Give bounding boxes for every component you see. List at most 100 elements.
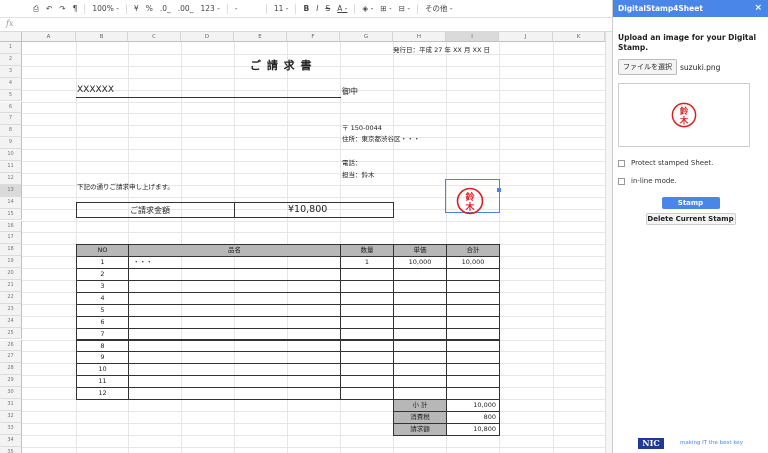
column-header[interactable]: D xyxy=(181,32,234,42)
grand-total-value[interactable]: 10,800 xyxy=(446,422,500,436)
inline-checkbox-row[interactable]: in-line mode. xyxy=(618,177,763,185)
currency-button[interactable]: ¥ xyxy=(131,0,142,18)
amount-label[interactable]: ご請求金額 xyxy=(130,205,170,216)
row-header[interactable]: 11 xyxy=(0,161,22,173)
row-header[interactable]: 13 xyxy=(0,184,22,197)
invoice-title[interactable]: ご 請 求 書 xyxy=(250,57,313,73)
column-header[interactable]: J xyxy=(499,32,553,42)
row-header[interactable]: 31 xyxy=(0,399,22,411)
italic-button[interactable]: I xyxy=(313,0,321,18)
row-header[interactable]: 26 xyxy=(0,339,22,352)
row-header[interactable]: 10 xyxy=(0,149,22,161)
row-header[interactable]: 15 xyxy=(0,208,22,221)
fill-color-icon[interactable]: ◈ - xyxy=(359,0,376,18)
invoice-message[interactable]: 下記の通りご請求申し上げます。 xyxy=(77,181,174,191)
row-header[interactable]: 5 xyxy=(0,89,22,102)
issue-date[interactable]: 発行日：平成 27 年 XX 月 XX 日 xyxy=(393,44,490,54)
column-header[interactable]: E xyxy=(234,32,287,42)
strikethrough-button[interactable]: S xyxy=(322,0,333,18)
redo-icon[interactable]: ↷ xyxy=(56,0,68,18)
grand-total-label[interactable]: 請求額 xyxy=(393,422,447,436)
close-icon[interactable]: × xyxy=(754,0,762,17)
row-header[interactable]: 30 xyxy=(0,387,22,399)
delete-stamp-button[interactable]: Delete Current Stamp xyxy=(645,213,736,225)
stamp-preview-icon: 鈴 木 xyxy=(671,102,697,128)
row-header[interactable]: 19 xyxy=(0,256,22,269)
borders-icon[interactable]: ⊞ - xyxy=(377,0,394,18)
bold-button[interactable]: B xyxy=(300,0,312,18)
choose-file-button[interactable]: ファイルを選択 xyxy=(618,59,677,75)
merge-cells-icon[interactable]: ⊟ - xyxy=(396,0,413,18)
more-formats-button[interactable]: 123 - xyxy=(197,0,222,18)
stamp-button[interactable]: Stamp xyxy=(661,197,720,209)
row-header[interactable]: 20 xyxy=(0,268,22,280)
increase-decimal-button[interactable]: .00_ xyxy=(175,0,197,18)
inline-checkbox[interactable] xyxy=(618,177,625,185)
print-icon[interactable]: ⎙ xyxy=(30,0,42,18)
column-header[interactable]: H xyxy=(393,32,446,42)
row-header[interactable]: 33 xyxy=(0,422,22,435)
client-name[interactable]: XXXXXX xyxy=(77,85,114,95)
panel-header: DigitalStamp4Sheet × xyxy=(613,0,768,17)
row-header[interactable]: 14 xyxy=(0,196,22,209)
formula-bar[interactable]: fx xyxy=(0,18,612,32)
column-header[interactable]: F xyxy=(287,32,340,42)
row-header[interactable]: 29 xyxy=(0,375,22,388)
vertical-scrollbar[interactable] xyxy=(605,32,612,453)
row-header[interactable]: 16 xyxy=(0,220,22,233)
table-cell[interactable] xyxy=(340,387,394,400)
row-header[interactable]: 8 xyxy=(0,125,22,138)
undo-icon[interactable]: ↶ xyxy=(43,0,55,18)
inline-label: in-line mode. xyxy=(631,177,677,185)
honorific[interactable]: 御中 xyxy=(342,86,358,97)
digital-stamp-image[interactable]: 鈴 木 xyxy=(456,187,484,215)
column-header[interactable]: K xyxy=(553,32,605,42)
row-header[interactable]: 32 xyxy=(0,410,22,423)
row-header[interactable]: 17 xyxy=(0,232,22,245)
postal-code[interactable]: 〒 150-0044 xyxy=(342,122,382,132)
spreadsheet-grid[interactable]: ABCDEFGHIJK 1 2 3 4 5 6 7 8 9 10 11 12 13 14 15 16 17 18 1… xyxy=(0,32,612,453)
row-header[interactable]: 3 xyxy=(0,65,22,78)
person-in-charge[interactable]: 担当：鈴木 xyxy=(342,169,375,179)
row-header[interactable]: 28 xyxy=(0,363,22,376)
row-header[interactable]: 24 xyxy=(0,315,22,328)
row-header[interactable]: 1 xyxy=(0,42,22,54)
row-header[interactable]: 9 xyxy=(0,137,22,150)
row-header[interactable]: 27 xyxy=(0,351,22,364)
address[interactable]: 住所：東京都渋谷区・・・ xyxy=(342,133,420,143)
row-header[interactable]: 18 xyxy=(0,244,22,257)
table-cell[interactable]: 12 xyxy=(76,387,129,400)
row-header[interactable]: 4 xyxy=(0,77,22,90)
column-header[interactable]: G xyxy=(340,32,393,42)
row-header[interactable]: 25 xyxy=(0,327,22,340)
column-header[interactable]: B xyxy=(76,32,128,42)
column-header[interactable]: A xyxy=(22,32,76,42)
row-header[interactable]: 6 xyxy=(0,101,22,114)
fill-handle[interactable] xyxy=(497,188,501,192)
zoom-select[interactable]: 100% - xyxy=(89,0,122,18)
row-header[interactable]: 34 xyxy=(0,434,22,447)
percent-button[interactable]: % xyxy=(143,0,156,18)
select-all-corner[interactable] xyxy=(0,32,22,42)
phone[interactable]: 電話： xyxy=(342,157,362,167)
table-cell[interactable] xyxy=(128,387,341,400)
row-header[interactable]: 21 xyxy=(0,280,22,292)
column-header[interactable]: C xyxy=(128,32,181,42)
paint-format-icon[interactable]: ¶ xyxy=(70,0,81,18)
amount-value[interactable]: ¥10,800 xyxy=(288,204,327,215)
protect-checkbox[interactable] xyxy=(618,159,625,167)
row-header[interactable]: 12 xyxy=(0,172,22,185)
protect-checkbox-row[interactable]: Protect stamped Sheet. xyxy=(618,159,763,167)
row-header[interactable]: 22 xyxy=(0,291,22,304)
font-size-select[interactable]: 11 - xyxy=(271,0,292,18)
row-header[interactable]: 2 xyxy=(0,53,22,66)
decrease-decimal-button[interactable]: .0_ xyxy=(157,0,174,18)
column-header[interactable]: I xyxy=(446,32,499,42)
grid-line xyxy=(22,422,605,424)
text-color-button[interactable]: A - xyxy=(334,0,350,18)
row-header[interactable]: 7 xyxy=(0,113,22,126)
row-header[interactable]: 35 xyxy=(0,446,22,453)
more-menu-button[interactable]: その他 - xyxy=(422,0,456,18)
row-header[interactable]: 23 xyxy=(0,303,22,316)
font-family-select[interactable]: - xyxy=(232,0,262,18)
